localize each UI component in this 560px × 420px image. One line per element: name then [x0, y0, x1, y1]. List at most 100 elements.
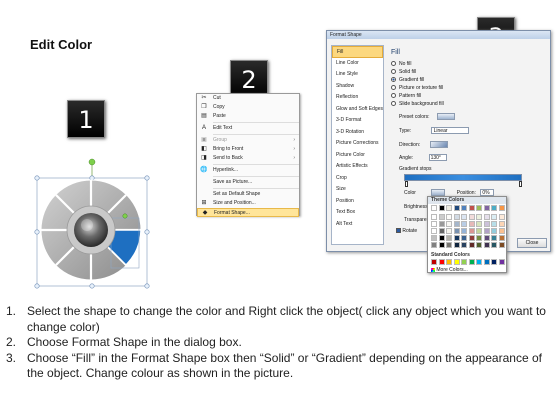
theme-color-swatch[interactable]: [468, 228, 475, 234]
theme-color-swatch[interactable]: [468, 214, 475, 220]
theme-color-swatch[interactable]: [453, 205, 460, 211]
theme-color-swatch[interactable]: [431, 228, 437, 234]
standard-color-swatch[interactable]: [483, 259, 490, 265]
menu-item-size-position[interactable]: ⊞ Size and Position...: [197, 199, 299, 208]
nav-item-text-box[interactable]: Text Box: [332, 207, 383, 219]
menu-item-cut[interactable]: ✂ Cut: [197, 94, 299, 103]
theme-color-swatch[interactable]: [431, 235, 437, 241]
nav-item-line-color[interactable]: Line Color: [332, 58, 383, 70]
standard-color-swatch[interactable]: [476, 259, 482, 265]
theme-color-swatch[interactable]: [491, 214, 497, 220]
gradient-stop-handle[interactable]: [519, 181, 522, 187]
theme-color-swatch[interactable]: [483, 235, 490, 241]
checkbox-icon[interactable]: [396, 228, 401, 234]
menu-item-paste[interactable]: ▤ Paste: [197, 112, 299, 121]
theme-color-swatch[interactable]: [483, 221, 490, 227]
theme-color-swatch[interactable]: [461, 221, 467, 227]
nav-item-crop[interactable]: Crop: [332, 173, 383, 185]
theme-color-swatch[interactable]: [483, 228, 490, 234]
nav-item-position[interactable]: Position: [332, 196, 383, 208]
nav-item-size[interactable]: Size: [332, 184, 383, 196]
theme-color-swatch[interactable]: [431, 221, 437, 227]
theme-color-swatch[interactable]: [438, 235, 445, 241]
fill-option-picture[interactable]: Picture or texture fill: [391, 84, 444, 92]
theme-color-swatch[interactable]: [498, 228, 505, 234]
fill-option-pattern[interactable]: Pattern fill: [391, 92, 444, 100]
color-dropdown[interactable]: [431, 189, 446, 196]
gradient-stops-bar[interactable]: [404, 174, 522, 181]
theme-color-swatch[interactable]: [498, 242, 505, 248]
theme-color-swatch[interactable]: [468, 221, 475, 227]
theme-color-swatch[interactable]: [491, 235, 497, 241]
theme-color-swatch[interactable]: [476, 214, 482, 220]
angle-input[interactable]: 130°: [428, 154, 447, 161]
nav-item-picture-corrections[interactable]: Picture Corrections: [332, 138, 383, 150]
standard-color-swatch[interactable]: [446, 259, 452, 265]
theme-color-swatch[interactable]: [491, 221, 497, 227]
theme-color-swatch[interactable]: [446, 214, 452, 220]
theme-color-swatch[interactable]: [483, 205, 490, 211]
theme-color-swatch[interactable]: [491, 242, 497, 248]
gradient-stop-handle[interactable]: [405, 181, 408, 187]
preset-colors-dropdown[interactable]: [436, 113, 455, 120]
menu-item-copy[interactable]: ❐ Copy: [197, 103, 299, 112]
nav-item-alt-text[interactable]: Alt Text: [332, 219, 383, 231]
close-button[interactable]: Close: [517, 238, 547, 248]
nav-item-reflection[interactable]: Reflection: [332, 92, 383, 104]
menu-item-send-back[interactable]: ◨ Send to Back ›: [197, 154, 299, 163]
menu-item-edit-text[interactable]: A Edit Text: [197, 124, 299, 133]
theme-color-swatch[interactable]: [491, 205, 497, 211]
type-select[interactable]: Linear: [430, 127, 469, 134]
theme-color-swatch[interactable]: [438, 205, 445, 211]
theme-color-swatch[interactable]: [438, 221, 445, 227]
theme-color-swatch[interactable]: [461, 214, 467, 220]
theme-color-swatch[interactable]: [453, 228, 460, 234]
theme-color-swatch[interactable]: [431, 242, 437, 248]
theme-color-swatch[interactable]: [483, 242, 490, 248]
donut-shape[interactable]: [32, 156, 157, 291]
standard-color-swatch[interactable]: [468, 259, 475, 265]
theme-color-swatch[interactable]: [468, 205, 475, 211]
direction-dropdown[interactable]: [429, 141, 448, 148]
position-input[interactable]: 0%: [480, 189, 495, 196]
menu-item-save-picture[interactable]: Save as Picture...: [197, 178, 299, 187]
theme-color-swatch[interactable]: [498, 205, 505, 211]
menu-item-format-shape[interactable]: ◆ Format Shape...: [197, 208, 299, 217]
theme-color-swatch[interactable]: [461, 242, 467, 248]
standard-color-swatch[interactable]: [438, 259, 445, 265]
theme-color-swatch[interactable]: [476, 228, 482, 234]
menu-item-group[interactable]: ▣ Group ›: [197, 136, 299, 145]
standard-color-swatch[interactable]: [461, 259, 467, 265]
fill-option-solid[interactable]: Solid fill: [391, 68, 444, 76]
theme-color-swatch[interactable]: [498, 214, 505, 220]
fill-option-gradient[interactable]: Gradient fill: [391, 76, 444, 84]
theme-color-swatch[interactable]: [476, 205, 482, 211]
theme-color-swatch[interactable]: [468, 235, 475, 241]
nav-item-glow[interactable]: Glow and Soft Edges: [332, 104, 383, 116]
theme-color-swatch[interactable]: [461, 228, 467, 234]
theme-color-swatch[interactable]: [446, 228, 452, 234]
theme-color-swatch[interactable]: [446, 221, 452, 227]
theme-color-swatch[interactable]: [476, 221, 482, 227]
theme-color-swatch[interactable]: [446, 205, 452, 211]
theme-color-swatch[interactable]: [453, 221, 460, 227]
nav-item-artistic-effects[interactable]: Artistic Effects: [332, 161, 383, 173]
standard-color-swatch[interactable]: [491, 259, 497, 265]
standard-color-swatch[interactable]: [431, 259, 437, 265]
more-colors-row[interactable]: More Colors...: [431, 267, 468, 273]
nav-item-3d-rotation[interactable]: 3-D Rotation: [332, 127, 383, 139]
theme-color-swatch[interactable]: [483, 214, 490, 220]
menu-item-hyperlink[interactable]: 🌐 Hyperlink...: [197, 166, 299, 175]
theme-color-swatch[interactable]: [438, 242, 445, 248]
theme-color-swatch[interactable]: [476, 235, 482, 241]
menu-item-bring-front[interactable]: ◧ Bring to Front ›: [197, 145, 299, 154]
theme-color-swatch[interactable]: [438, 228, 445, 234]
nav-item-picture-color[interactable]: Picture Color: [332, 150, 383, 162]
theme-color-swatch[interactable]: [453, 242, 460, 248]
menu-item-default-shape[interactable]: Set as Default Shape: [197, 190, 299, 199]
theme-color-swatch[interactable]: [438, 214, 445, 220]
theme-color-swatch[interactable]: [453, 235, 460, 241]
theme-color-swatch[interactable]: [446, 242, 452, 248]
fill-option-no-fill[interactable]: No fill: [391, 60, 444, 68]
theme-color-swatch[interactable]: [468, 242, 475, 248]
